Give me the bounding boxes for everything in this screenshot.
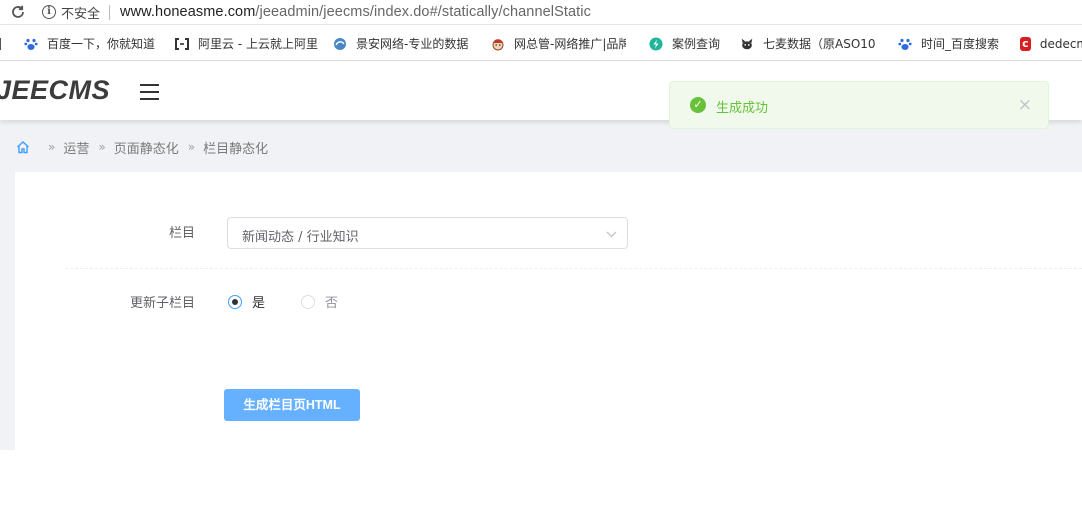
browser-address-bar: i 不安全 www.honeasme.com/jeeadmin/jeecms/i… bbox=[0, 0, 1082, 25]
info-icon: i bbox=[42, 5, 56, 19]
breadcrumb-item-channel-static: 栏目静态化 bbox=[203, 141, 269, 157]
generate-channel-html-button[interactable]: 生成栏目页HTML bbox=[224, 389, 360, 421]
security-label: 不安全 bbox=[61, 6, 101, 22]
bookmark-item-aliyun[interactable]: 阿里云 - 上云就上阿里 bbox=[175, 26, 325, 60]
address-separator bbox=[109, 4, 111, 20]
bookmark-label: 网总管-网络推广|品牌 bbox=[514, 37, 626, 51]
zzidc-icon bbox=[333, 37, 347, 51]
breadcrumb-item-operation[interactable]: 运营 bbox=[63, 138, 89, 157]
bookmark-label: 七麦数据（原ASO100 bbox=[763, 37, 875, 51]
bookmark-label: 百度一下，你就知道 bbox=[47, 37, 156, 51]
breadcrumb-separator-icon: » bbox=[98, 140, 106, 154]
channel-label: 栏目 bbox=[168, 226, 195, 241]
app-logo: JEECMS bbox=[0, 75, 111, 105]
reload-icon[interactable] bbox=[0, 0, 36, 25]
dedecms-icon: c bbox=[1020, 36, 1031, 51]
bookmark-item-zzidc[interactable]: 景安网络-专业的数据 bbox=[333, 26, 473, 60]
breadcrumb-item-page-static[interactable]: 页面静态化 bbox=[114, 138, 179, 157]
success-toast: ✓ 生成成功 × bbox=[669, 81, 1049, 129]
radio-no[interactable]: 否 bbox=[301, 292, 338, 311]
bookmark-item-wangzongguan[interactable]: 网总管-网络推广|品牌 bbox=[491, 26, 631, 60]
bookmark-item-qimai[interactable]: 七麦数据（原ASO100 bbox=[740, 26, 880, 60]
radio-no-label: 否 bbox=[325, 296, 339, 311]
form-divider bbox=[65, 268, 1082, 269]
channel-select[interactable]: 新闻动态 / 行业知识 bbox=[227, 217, 628, 249]
channel-select-value: 新闻动态 / 行业知识 bbox=[242, 230, 359, 245]
bookmark-item-baidu[interactable]: 百度一下，你就知道 bbox=[24, 26, 159, 60]
radio-yes[interactable]: 是 bbox=[228, 292, 265, 311]
bookmark-item-time-baidu[interactable]: 时间_百度搜索 bbox=[898, 26, 1008, 60]
apps-grid-icon bbox=[0, 37, 1, 50]
security-indicator[interactable]: i 不安全 bbox=[36, 0, 100, 25]
case-query-icon bbox=[649, 37, 663, 51]
home-icon[interactable] bbox=[16, 140, 30, 154]
bookmark-item-case-query[interactable]: 案例查询 bbox=[649, 26, 729, 60]
close-icon[interactable]: × bbox=[1018, 95, 1032, 115]
breadcrumb: » 运营 » 页面静态化 » 栏目静态化 bbox=[16, 138, 269, 157]
card-bottom-edge bbox=[0, 450, 15, 525]
baidu-paw-icon bbox=[898, 37, 912, 51]
bookmark-label: 案例查询 bbox=[672, 37, 721, 51]
update-children-label: 更新子栏目 bbox=[129, 296, 195, 311]
check-circle-icon: ✓ bbox=[690, 97, 706, 113]
qimai-icon bbox=[740, 37, 754, 51]
bookmark-item-dedecms[interactable]: c dedecms bbox=[1020, 26, 1082, 60]
breadcrumb-separator-icon: » bbox=[48, 140, 56, 154]
baidu-paw-icon bbox=[24, 37, 38, 51]
bookmark-label: dedecms bbox=[1039, 36, 1082, 51]
bookmark-label: 时间_百度搜索 bbox=[921, 37, 1000, 51]
radio-yes-label: 是 bbox=[252, 296, 266, 311]
wangzongguan-icon bbox=[491, 37, 505, 51]
bookmarks-bar: 百度一下，你就知道 阿里云 - 上云就上阿里 景安网络-专业的数据 网总管-网络… bbox=[0, 26, 1082, 61]
radio-unchecked-icon bbox=[301, 294, 315, 309]
aliyun-icon bbox=[175, 37, 189, 51]
radio-checked-icon bbox=[228, 294, 242, 309]
hamburger-menu-icon[interactable] bbox=[140, 82, 160, 100]
chevron-down-icon bbox=[606, 228, 617, 238]
toast-message: 生成成功 bbox=[716, 101, 769, 116]
url-field[interactable]: www.honeasme.com/jeeadmin/jeecms/index.d… bbox=[120, 4, 591, 20]
breadcrumb-separator-icon: » bbox=[187, 140, 196, 154]
bookmark-item-apps[interactable] bbox=[0, 26, 1, 60]
bookmark-label: 景安网络-专业的数据 bbox=[356, 37, 468, 51]
url-host: www.honeasme.com bbox=[120, 4, 256, 20]
bookmark-label: 阿里云 - 上云就上阿里 bbox=[198, 37, 318, 51]
url-path: /jeeadmin/jeecms/index.do#/statically/ch… bbox=[255, 4, 591, 20]
